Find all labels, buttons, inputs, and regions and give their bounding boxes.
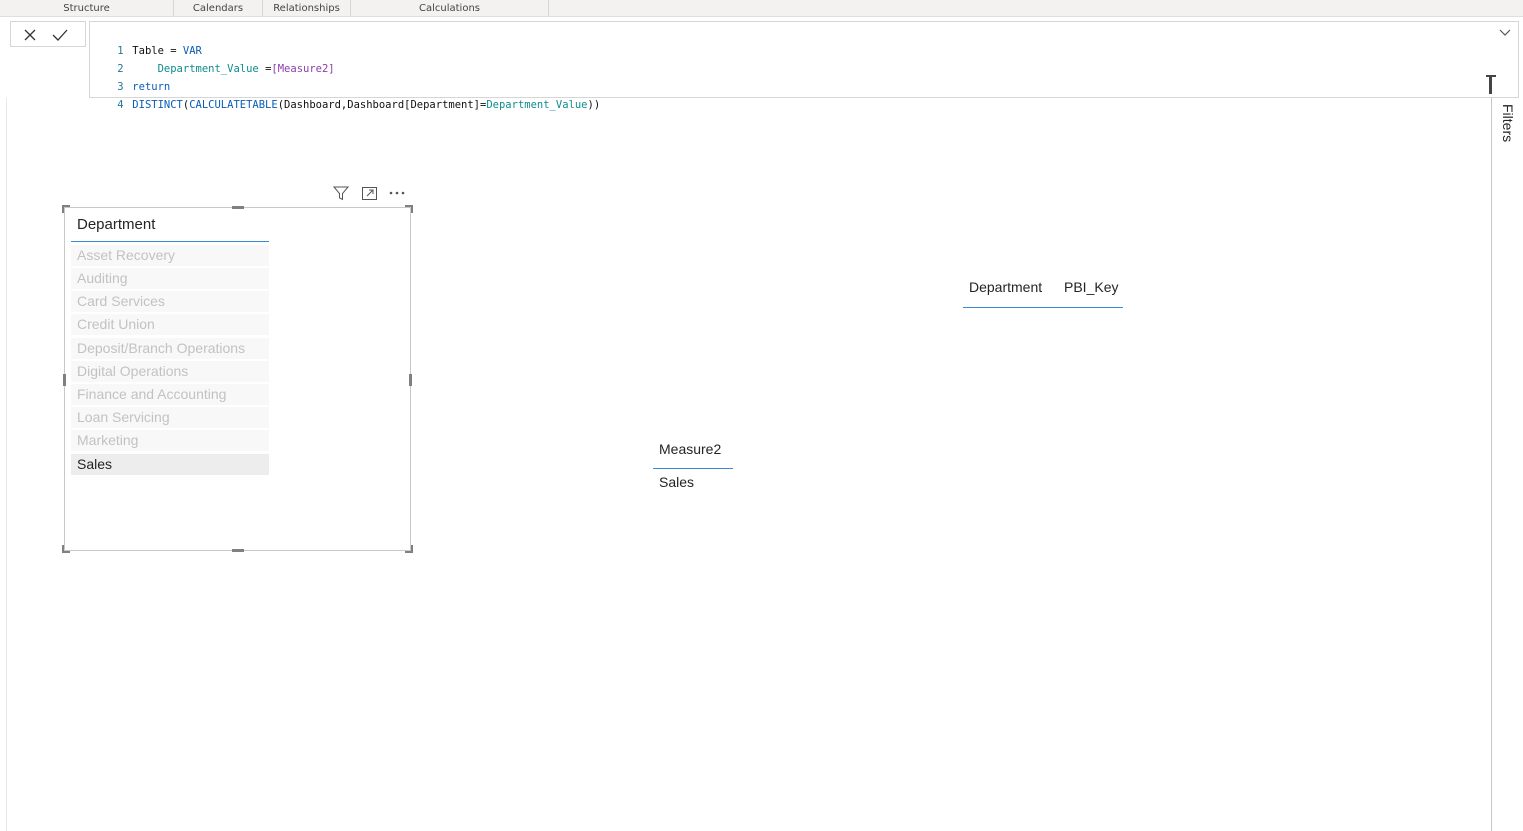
code-token: DISTINCT <box>132 99 183 111</box>
resize-handle[interactable] <box>232 549 244 552</box>
table-column-header-department[interactable]: Department <box>969 279 1042 297</box>
slicer-item-selected[interactable]: Sales <box>71 454 269 475</box>
editor-scrollbar[interactable] <box>1489 75 1492 94</box>
measure-column-header[interactable]: Measure2 <box>659 441 721 457</box>
slicer-item[interactable]: Finance and Accounting <box>71 384 269 405</box>
resize-handle[interactable] <box>62 205 64 213</box>
code-token: (Dashboard,Dashboard[Department]= <box>277 99 487 111</box>
slicer-item[interactable]: Auditing <box>71 268 269 289</box>
code-token: Department_Value <box>486 99 588 111</box>
close-icon <box>24 29 36 41</box>
canvas-edge <box>6 98 7 831</box>
slicer-item[interactable]: Marketing <box>71 430 269 451</box>
slicer-item[interactable]: Credit Union <box>71 314 269 335</box>
filters-pane-toggle[interactable]: Filters <box>1500 104 1516 154</box>
ribbon-group-calculations: Calculations <box>351 0 549 16</box>
checkmark-icon <box>52 29 68 41</box>
resize-handle[interactable] <box>62 545 64 553</box>
ribbon-group-labels: Structure Calendars Relationships Calcul… <box>0 0 1523 17</box>
slicer-item[interactable]: Digital Operations <box>71 361 269 382</box>
code-token: )) <box>587 99 601 111</box>
visual-filter-button[interactable] <box>332 184 350 202</box>
slicer-title: Department <box>77 216 156 233</box>
code-line: 2 Department_Value =[Measure2] <box>90 42 334 75</box>
measure-value-cell: Sales <box>659 474 695 490</box>
commit-formula-button[interactable] <box>49 24 71 46</box>
filters-pane <box>1491 98 1523 831</box>
slicer-item[interactable]: Loan Servicing <box>71 407 269 428</box>
cancel-formula-button[interactable] <box>19 24 41 46</box>
focus-mode-button[interactable] <box>360 184 378 202</box>
expand-formula-button[interactable] <box>1498 26 1512 40</box>
formula-editor[interactable]: 1 Table = VAR 2 Department_Value =[Measur… <box>89 21 1519 111</box>
code-token: = <box>258 63 272 75</box>
resize-handle[interactable] <box>232 206 244 209</box>
ellipsis-icon <box>389 191 405 195</box>
formula-actions <box>10 21 86 47</box>
more-options-button[interactable] <box>388 184 406 202</box>
resize-handle[interactable] <box>411 545 413 553</box>
code-token: Department_Value <box>157 63 259 75</box>
table-header-underline <box>963 307 1123 308</box>
slicer-item[interactable]: Deposit/Branch Operations <box>71 338 269 359</box>
visual-header <box>332 184 412 202</box>
code-token: CALCULATETABLE <box>189 99 278 111</box>
code-line: 4 DISTINCT(CALCULATETABLE(Dashboard,Dashb… <box>90 78 600 111</box>
slicer-item[interactable]: Card Services <box>71 291 269 312</box>
filter-icon <box>333 186 349 200</box>
code-line: 3 return <box>90 60 170 93</box>
department-slicer[interactable]: Department Asset Recovery Auditing Card … <box>62 205 413 553</box>
resize-handle[interactable] <box>63 374 66 386</box>
code-line: 1 Table = VAR <box>90 24 202 57</box>
slicer-item[interactable]: Asset Recovery <box>71 245 269 266</box>
resize-handle[interactable] <box>409 374 412 386</box>
focus-mode-icon <box>361 186 377 200</box>
chevron-down-icon <box>1499 29 1511 36</box>
ribbon-group-structure: Structure <box>0 0 174 16</box>
code-token: [Measure2] <box>271 63 335 75</box>
ribbon-group-relationships: Relationships <box>263 0 351 16</box>
line-number: 4 <box>117 99 124 111</box>
measure-header-underline <box>653 468 733 469</box>
table-column-header-pbi-key[interactable]: PBI_Key <box>1064 279 1118 297</box>
slicer-title-underline <box>71 241 269 242</box>
resize-handle[interactable] <box>411 205 413 213</box>
ribbon-group-calendars: Calendars <box>174 0 263 16</box>
